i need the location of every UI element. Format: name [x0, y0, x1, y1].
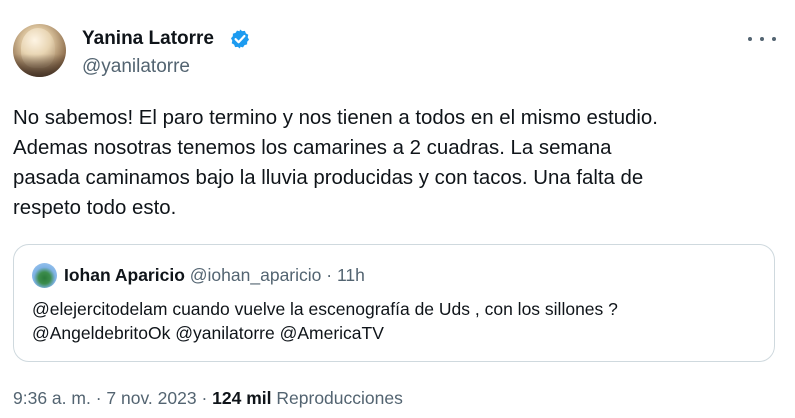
- quoted-author-handle[interactable]: @iohan_aparicio: [190, 265, 322, 285]
- views-label: Reproducciones: [276, 388, 403, 408]
- avatar-shade: [13, 54, 66, 77]
- tweet-text-line: pasada caminamos bajo la lluvia producid…: [13, 167, 644, 189]
- quoted-text-line: @AngeldebritoOk @yanilatorre @AmericaTV: [32, 323, 384, 343]
- tweet-date[interactable]: 7 nov. 2023: [106, 388, 196, 408]
- quoted-author-avatar[interactable]: [32, 263, 57, 288]
- meta-separator: ·: [326, 265, 333, 285]
- verified-badge-icon: [231, 29, 249, 49]
- dot: [748, 37, 752, 41]
- tweet-time[interactable]: 9:36 a. m.: [13, 388, 91, 408]
- quoted-author-display-name[interactable]: Iohan Aparicio: [64, 265, 185, 285]
- tweet-text: No sabemos! El paro termino y nos tienen…: [13, 103, 788, 223]
- tweet-footer: 9:36 a. m. · 7 nov. 2023 · 124 mil Repro…: [13, 386, 403, 410]
- author-avatar[interactable]: [13, 24, 66, 77]
- author-display-name[interactable]: Yanina Latorre: [82, 28, 214, 50]
- meta-separator: ·: [95, 388, 102, 408]
- author-handle[interactable]: @yanilatorre: [82, 56, 190, 78]
- quoted-tweet-header: Iohan Aparicio @iohan_aparicio · 11h: [64, 264, 365, 286]
- quoted-tweet-time[interactable]: 11h: [337, 265, 365, 285]
- dot: [772, 37, 776, 41]
- dot: [760, 37, 764, 41]
- tweet-text-line: No sabemos! El paro termino y nos tienen…: [13, 107, 658, 129]
- tweet-text-line: respeto todo esto.: [13, 197, 177, 219]
- quoted-tweet[interactable]: Iohan Aparicio @iohan_aparicio · 11h @el…: [13, 244, 775, 362]
- views-count: 124 mil: [212, 388, 272, 408]
- quoted-text-line: @elejercitodelam cuando vuelve la esceno…: [32, 299, 618, 319]
- tweet-card: Yanina Latorre @yanilatorre No sabemos! …: [0, 0, 795, 418]
- more-options-icon[interactable]: [748, 27, 776, 51]
- meta-separator: ·: [201, 388, 208, 408]
- tweet-text-line: Ademas nosotras tenemos los camarines a …: [13, 137, 612, 159]
- quoted-tweet-text: @elejercitodelam cuando vuelve la esceno…: [32, 297, 762, 345]
